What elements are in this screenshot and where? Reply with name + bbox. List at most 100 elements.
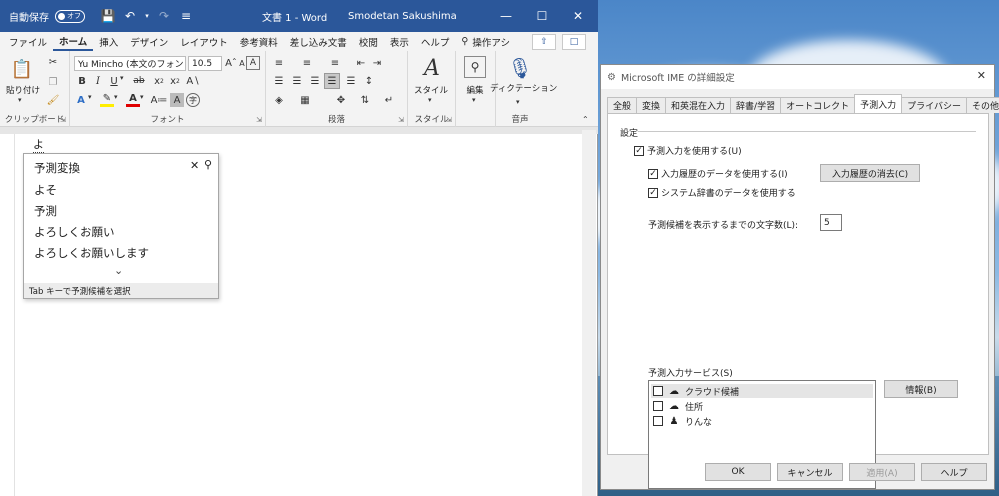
candidate-item[interactable]: 予測 bbox=[34, 203, 57, 219]
bullets-icon[interactable]: ≡ bbox=[272, 56, 286, 70]
candidate-item[interactable]: よろしくお願い bbox=[34, 224, 115, 240]
distributed-icon[interactable]: ☰ bbox=[344, 74, 358, 88]
list-item[interactable]: ☁ クラウド候補 bbox=[651, 384, 873, 398]
italic-icon[interactable]: I bbox=[92, 74, 104, 88]
save-icon[interactable]: 💾 bbox=[97, 0, 119, 32]
candidate-item[interactable]: よろしくお願いします bbox=[34, 245, 149, 261]
editing-dropdown-icon[interactable]: ▾ bbox=[472, 96, 476, 104]
comments-icon[interactable]: □ bbox=[562, 34, 586, 50]
styles-launcher-icon[interactable]: ⇲ bbox=[446, 116, 452, 124]
collapse-ribbon-icon[interactable]: ⌃ bbox=[582, 115, 589, 124]
autosave-toggle[interactable]: オフ bbox=[55, 9, 85, 23]
search-icon[interactable]: ⚲ bbox=[204, 158, 212, 171]
close-button[interactable]: ✕ bbox=[560, 0, 596, 32]
clear-formatting-icon[interactable]: A∖ bbox=[186, 74, 200, 88]
tab-review[interactable]: 校閲 bbox=[353, 32, 384, 51]
chevron-down-icon[interactable]: ⌄ bbox=[114, 264, 123, 277]
tab-design[interactable]: デザイン bbox=[124, 32, 174, 51]
cancel-button[interactable]: キャンセル bbox=[777, 463, 843, 481]
cut-icon[interactable]: ✂ bbox=[46, 55, 60, 69]
sort-icon[interactable]: ⇅ bbox=[358, 93, 372, 107]
dictation-dropdown-icon[interactable]: ▾ bbox=[516, 98, 520, 106]
apply-button[interactable]: 適用(A) bbox=[849, 463, 915, 481]
change-case-icon[interactable]: A bbox=[246, 56, 260, 70]
clipboard-launcher-icon[interactable]: ⇲ bbox=[60, 116, 66, 124]
align-center-icon[interactable]: ☰ bbox=[290, 74, 304, 88]
format-painter-icon[interactable]: 🖌 bbox=[46, 93, 60, 107]
styles-gallery-icon[interactable]: A bbox=[418, 55, 446, 81]
undo-icon[interactable]: ↶ bbox=[119, 0, 141, 32]
ok-button[interactable]: OK bbox=[705, 463, 771, 481]
minimize-button[interactable]: — bbox=[488, 0, 524, 32]
font-size-select[interactable]: 10.5 bbox=[188, 56, 222, 71]
tab-privacy[interactable]: プライバシー bbox=[901, 97, 967, 113]
tab-layout[interactable]: レイアウト bbox=[174, 32, 234, 51]
maximize-button[interactable]: ☐ bbox=[524, 0, 560, 32]
tab-view[interactable]: 表示 bbox=[384, 32, 415, 51]
line-spacing-icon[interactable]: ↕ bbox=[362, 74, 376, 88]
styles-dropdown-icon[interactable]: ▾ bbox=[428, 96, 432, 104]
share-icon[interactable]: ⇧ bbox=[532, 34, 556, 50]
align-right-icon[interactable]: ☰ bbox=[308, 74, 322, 88]
font-name-select[interactable]: Yu Mincho (本文のフォント) bbox=[74, 56, 186, 71]
char-count-input[interactable]: 5 bbox=[820, 214, 842, 231]
find-icon[interactable]: ⚲ bbox=[464, 56, 486, 78]
paste-icon[interactable]: 📋 bbox=[8, 57, 36, 81]
tab-mailings[interactable]: 差し込み文書 bbox=[284, 32, 353, 51]
use-system-dict-checkbox[interactable]: ✓ システム辞書のデータを使用する bbox=[648, 186, 796, 199]
justify-icon[interactable]: ☰ bbox=[324, 73, 340, 89]
tab-dictionary[interactable]: 辞書/学習 bbox=[730, 97, 782, 113]
info-button[interactable]: 情報(B) bbox=[884, 380, 958, 398]
paste-label[interactable]: 貼り付け bbox=[2, 84, 44, 96]
dictation-label[interactable]: ディクテーション bbox=[490, 84, 557, 95]
font-launcher-icon[interactable]: ⇲ bbox=[256, 116, 262, 124]
close-icon[interactable]: ✕ bbox=[190, 159, 199, 172]
text-effects-dropdown-icon[interactable]: ▾ bbox=[88, 93, 92, 101]
use-history-checkbox[interactable]: ✓ 入力履歴のデータを使用する(I) bbox=[648, 167, 788, 180]
strikethrough-icon[interactable]: ab bbox=[130, 74, 148, 88]
candidate-item[interactable]: よそ bbox=[34, 182, 57, 198]
undo-dropdown-icon[interactable]: ▾ bbox=[141, 0, 153, 32]
highlight-icon[interactable]: ✎ bbox=[100, 93, 114, 107]
checkbox[interactable] bbox=[653, 416, 663, 426]
font-color-icon[interactable]: A bbox=[126, 93, 140, 107]
show-marks-icon[interactable]: ↵ bbox=[382, 93, 396, 107]
customize-qat-icon[interactable]: ≡ bbox=[175, 0, 197, 32]
help-button[interactable]: ヘルプ bbox=[921, 463, 987, 481]
checkbox[interactable] bbox=[653, 401, 663, 411]
font-color-dropdown-icon[interactable]: ▾ bbox=[140, 93, 144, 101]
superscript-icon[interactable]: x2 bbox=[168, 74, 182, 88]
enclose-characters-icon[interactable]: 字 bbox=[186, 93, 200, 107]
use-prediction-checkbox[interactable]: ✓ 予測入力を使用する(U) bbox=[634, 144, 742, 157]
redo-icon[interactable]: ↷ bbox=[153, 0, 175, 32]
bold-icon[interactable]: B bbox=[76, 74, 88, 88]
text-effects-icon[interactable]: A bbox=[74, 93, 88, 107]
increase-indent-icon[interactable]: ⇥ bbox=[370, 56, 384, 70]
list-item[interactable]: ☁ 住所 bbox=[651, 399, 873, 413]
tab-autocorrect[interactable]: オートコレクト bbox=[780, 97, 856, 113]
clear-history-button[interactable]: 入力履歴の消去(C) bbox=[820, 164, 920, 182]
tab-prediction[interactable]: 予測入力 bbox=[854, 94, 903, 113]
tab-file[interactable]: ファイル bbox=[3, 32, 53, 51]
numbering-icon[interactable]: ≡ bbox=[300, 56, 314, 70]
borders-icon[interactable]: ▦ bbox=[298, 93, 312, 107]
user-name[interactable]: Smodetan Sakushima bbox=[348, 0, 457, 32]
shading-icon[interactable]: ◈ bbox=[272, 93, 286, 107]
tab-mixed-input[interactable]: 和英混在入力 bbox=[665, 97, 732, 113]
list-item[interactable]: ♟ りんな bbox=[651, 414, 873, 428]
subscript-icon[interactable]: x2 bbox=[152, 74, 166, 88]
tell-me-search[interactable]: ⚲ 操作アシ bbox=[455, 32, 516, 51]
highlight-dropdown-icon[interactable]: ▾ bbox=[114, 93, 118, 101]
phonetic-guide-icon[interactable]: A≔ bbox=[151, 93, 168, 107]
character-shading-icon[interactable]: A bbox=[170, 93, 184, 107]
paragraph-launcher-icon[interactable]: ⇲ bbox=[398, 116, 404, 124]
tab-other[interactable]: その他 bbox=[965, 97, 999, 113]
tab-home[interactable]: ホーム bbox=[53, 32, 94, 51]
editing-label[interactable]: 編集 bbox=[456, 84, 494, 96]
underline-icon[interactable]: U bbox=[108, 74, 120, 88]
asian-layout-icon[interactable]: ✥ bbox=[334, 93, 348, 107]
align-left-icon[interactable]: ☰ bbox=[272, 74, 286, 88]
tab-insert[interactable]: 挿入 bbox=[93, 32, 124, 51]
tab-general[interactable]: 全般 bbox=[607, 97, 638, 113]
underline-dropdown-icon[interactable]: ▾ bbox=[120, 74, 124, 82]
